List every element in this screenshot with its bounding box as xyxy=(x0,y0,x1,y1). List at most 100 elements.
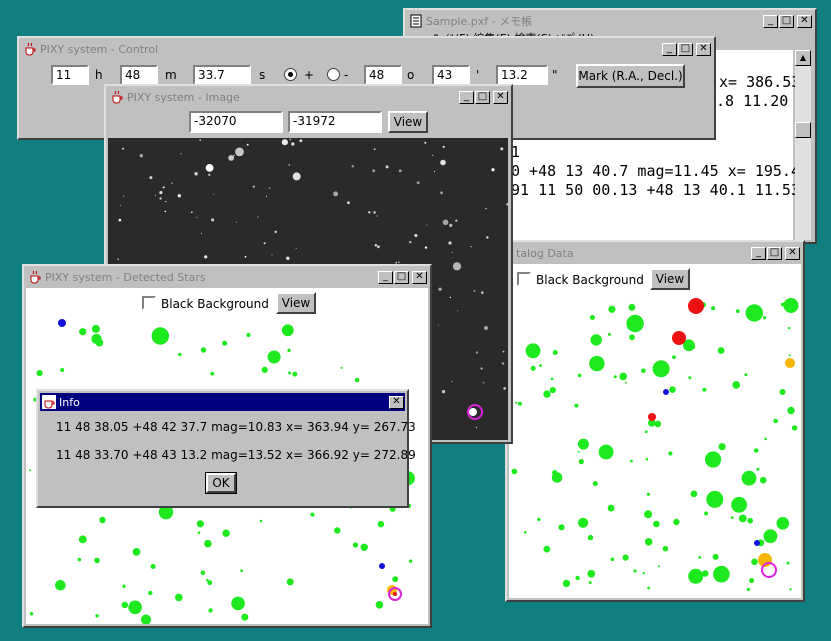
ra-seconds-input[interactable]: 33.7 xyxy=(193,65,251,85)
catalog-star xyxy=(518,401,522,406)
detected-star xyxy=(36,370,43,377)
catalog-star xyxy=(773,418,778,424)
sky-star xyxy=(204,255,208,259)
info-ok-button[interactable]: OK xyxy=(205,472,237,494)
java-cup-icon xyxy=(30,270,41,284)
catalog-star xyxy=(550,377,554,381)
minimize-icon[interactable]: _ xyxy=(378,270,393,284)
detected-star xyxy=(354,377,360,383)
sky-star xyxy=(235,147,244,157)
image-view-button[interactable]: View xyxy=(388,111,428,133)
info-titlebar[interactable]: Info ✕ xyxy=(40,393,405,411)
degrees-label: o xyxy=(407,68,415,82)
catalog-star xyxy=(629,334,635,341)
sky-star xyxy=(441,390,446,394)
sky-star xyxy=(139,154,143,158)
sky-star xyxy=(414,234,418,237)
info-result-line-2: 11 48 33.70 +48 43 13.2 mag=13.52 x= 366… xyxy=(56,448,416,462)
catalog-star xyxy=(735,309,740,313)
minimize-icon[interactable]: _ xyxy=(763,14,778,28)
catalog-view-button[interactable]: View xyxy=(650,268,690,290)
image-titlebar[interactable]: PIXY system - Image _ □ ✕ xyxy=(108,88,509,106)
maximize-icon[interactable]: □ xyxy=(394,270,409,284)
detected-black-background-checkbox[interactable] xyxy=(142,296,156,310)
sky-star xyxy=(159,191,163,195)
close-icon[interactable]: ✕ xyxy=(696,42,711,56)
sky-star xyxy=(438,287,442,291)
sky-star xyxy=(180,153,182,155)
catalog-star xyxy=(577,450,580,453)
arcsec-label: " xyxy=(552,68,558,82)
sky-star xyxy=(211,218,215,222)
detected-star xyxy=(222,529,230,537)
notepad-line: x= 386.53 xyxy=(719,73,801,91)
ra-hours-input[interactable]: 11 xyxy=(51,65,89,85)
close-icon[interactable]: ✕ xyxy=(493,90,508,104)
close-icon[interactable]: ✕ xyxy=(389,395,404,409)
close-icon[interactable]: ✕ xyxy=(785,246,800,260)
catalog-star xyxy=(608,305,616,313)
catalog-star xyxy=(619,372,627,381)
sky-star xyxy=(117,258,119,260)
catalog-star xyxy=(515,401,518,404)
detected-title: PIXY system - Detected Stars xyxy=(45,270,206,284)
sky-star xyxy=(424,246,428,249)
catalog-window: talog Data _ □ ✕ Black Background View xyxy=(505,240,805,602)
catalog-black-background-checkbox[interactable] xyxy=(517,272,531,286)
sky-star xyxy=(432,154,434,156)
sky-star xyxy=(426,224,428,226)
close-icon[interactable]: ✕ xyxy=(412,270,427,284)
control-titlebar[interactable]: PIXY system - Control _ □ ✕ xyxy=(21,40,712,58)
dec-minutes-input[interactable]: 43 xyxy=(432,65,470,85)
ra-minutes-input[interactable]: 48 xyxy=(120,65,158,85)
detected-star xyxy=(286,578,294,586)
notepad-vscrollbar[interactable]: ▲ xyxy=(795,50,811,240)
catalog-star xyxy=(706,490,724,508)
detected-star xyxy=(281,324,294,337)
catalog-star-map[interactable] xyxy=(509,264,801,598)
notepad-titlebar[interactable]: Sample.pxf - メモ帳 _ □ ✕ xyxy=(407,12,813,30)
sky-star xyxy=(473,290,476,292)
sky-star xyxy=(199,139,201,141)
minimize-icon[interactable]: _ xyxy=(751,246,766,260)
dec-degrees-input[interactable]: 48 xyxy=(364,65,402,85)
sky-star xyxy=(244,255,247,258)
detected-black-background-label: Black Background xyxy=(161,297,269,311)
catalog-star xyxy=(613,375,617,379)
catalog-star xyxy=(786,561,790,565)
plus-radio[interactable] xyxy=(284,68,297,81)
catalog-star xyxy=(562,579,571,588)
close-icon[interactable]: ✕ xyxy=(797,14,812,28)
detected-star xyxy=(91,333,102,344)
maximize-icon[interactable]: □ xyxy=(779,14,794,28)
sky-star xyxy=(373,148,376,151)
dec-seconds-input[interactable]: 13.2 xyxy=(496,65,548,85)
sky-star xyxy=(409,241,412,244)
maximize-icon[interactable]: □ xyxy=(475,90,490,104)
minimize-icon[interactable]: _ xyxy=(662,42,677,56)
catalog-star xyxy=(539,364,542,367)
hours-label: h xyxy=(95,68,103,82)
mark-radec-button[interactable]: Mark (R.A., Decl.) xyxy=(576,64,685,88)
catalog-star xyxy=(630,459,633,463)
catalog-titlebar[interactable]: talog Data _ □ ✕ xyxy=(509,244,801,262)
detected-star xyxy=(340,366,343,369)
catalog-star xyxy=(791,425,798,431)
scroll-thumb[interactable] xyxy=(795,122,811,138)
detected-star xyxy=(334,527,341,534)
catalog-star xyxy=(590,334,602,346)
maximize-icon[interactable]: □ xyxy=(767,246,782,260)
image-x-offset-input[interactable]: -32070 xyxy=(189,111,283,133)
detected-view-button[interactable]: View xyxy=(276,292,316,314)
catalog-star xyxy=(738,514,747,523)
detected-star xyxy=(222,340,228,346)
minus-radio[interactable] xyxy=(327,68,340,81)
scroll-up-icon[interactable]: ▲ xyxy=(795,50,811,66)
sky-star xyxy=(500,147,504,151)
sky-star xyxy=(469,408,477,416)
image-y-offset-input[interactable]: -31972 xyxy=(288,111,382,133)
detected-titlebar[interactable]: PIXY system - Detected Stars _ □ ✕ xyxy=(26,268,428,286)
detected-star xyxy=(60,368,65,372)
maximize-icon[interactable]: □ xyxy=(678,42,693,56)
minimize-icon[interactable]: _ xyxy=(459,90,474,104)
